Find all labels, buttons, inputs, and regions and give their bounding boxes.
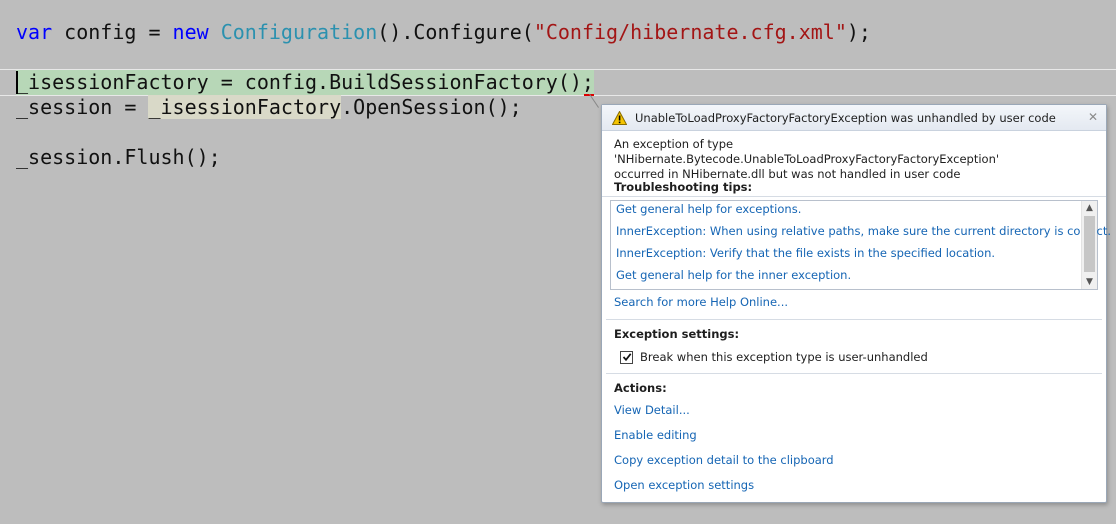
callout-pointer [589,94,599,108]
exception-header: UnableToLoadProxyFactoryFactoryException… [602,105,1106,131]
code-text: ); [846,20,871,44]
divider [606,319,1102,320]
view-detail-link[interactable]: View Detail... [614,403,690,417]
reference-highlight: _isessionFactory [148,95,342,119]
type-name: Configuration [220,20,378,44]
code-line-2-current-statement[interactable]: _isessionFactory = config.BuildSessionFa… [16,70,594,95]
scroll-up-icon[interactable]: ▲ [1082,201,1097,215]
copy-exception-detail-link[interactable]: Copy exception detail to the clipboard [614,453,834,467]
code-line-1[interactable]: var config = new Configuration().Configu… [16,20,871,45]
actions-title: Actions: [614,381,667,395]
warning-icon [611,109,628,125]
text-caret [16,71,18,94]
open-exception-settings-link[interactable]: Open exception settings [614,478,754,492]
scroll-down-icon[interactable]: ▼ [1082,275,1097,289]
exception-settings-title: Exception settings: [614,327,740,341]
code-text: config = [52,20,173,44]
tip-link[interactable]: InnerException: When using relative path… [616,224,1111,238]
keyword-var: var [16,20,53,44]
code-text: = config.BuildSessionFactory(); [208,70,594,94]
exception-message-line-1: An exception of type 'NHibernate.Bytecod… [614,137,1000,166]
keyword-new: new [172,20,209,44]
divider [606,373,1102,374]
variable-isessionfactory: _isessionFactory [16,70,209,94]
exception-assistant-popup: UnableToLoadProxyFactoryFactoryException… [601,104,1111,503]
break-option-label: Break when this exception type is user-u… [640,350,928,364]
string-literal: "Config/hibernate.cfg.xml" [533,20,847,44]
tip-link[interactable]: Get general help for the inner exception… [616,268,851,282]
tip-link[interactable]: InnerException: Verify that the file exi… [616,246,995,260]
code-text: .OpenSession(); [341,95,522,119]
scrollbar-thumb[interactable] [1084,216,1095,272]
tips-scrollbar[interactable]: ▲ ▼ [1081,201,1097,289]
troubleshooting-title: Troubleshooting tips: [614,180,753,194]
troubleshooting-tips-list[interactable]: Get general help for exceptions. InnerEx… [610,200,1111,290]
enable-editing-link[interactable]: Enable editing [614,428,697,442]
code-line-4[interactable]: _session.Flush(); [16,145,221,170]
search-online-link[interactable]: Search for more Help Online... [614,295,788,309]
code-text: _session = [16,95,149,119]
code-text: ().Configure( [377,20,534,44]
tip-link[interactable]: Get general help for exceptions. [616,202,801,216]
exception-title: UnableToLoadProxyFactoryFactoryException… [635,110,1056,125]
close-icon[interactable]: ✕ [1088,110,1098,124]
checkbox-checked-icon[interactable] [620,350,633,364]
code-line-3[interactable]: _session = _isessionFactory.OpenSession(… [16,95,522,120]
break-option-row[interactable]: Break when this exception type is user-u… [620,350,928,364]
